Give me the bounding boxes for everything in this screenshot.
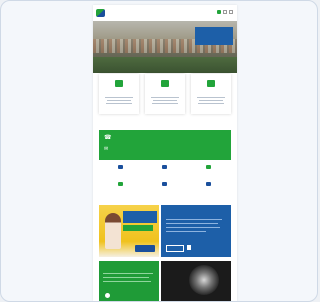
news-image-graphic: [189, 265, 219, 295]
about-text-line: [166, 227, 220, 228]
contact-band: ☎ ✉: [99, 130, 231, 160]
search-icon[interactable]: [223, 10, 227, 14]
doc-icon: [206, 182, 211, 186]
news-text-line: [103, 277, 149, 278]
accessibility-icon[interactable]: [217, 10, 221, 14]
quick-link[interactable]: [187, 162, 231, 179]
service-card[interactable]: [99, 74, 139, 114]
website-screenshot[interactable]: ☎ ✉: [93, 5, 237, 301]
quick-link[interactable]: [187, 179, 231, 196]
quick-link[interactable]: [99, 162, 143, 179]
service-text-line: [105, 97, 133, 98]
document-icon: [118, 165, 123, 169]
preview-card: ☎ ✉: [0, 0, 318, 302]
document-icon: [187, 245, 191, 250]
service-text-line: [151, 97, 179, 98]
phone-icon: ☎: [104, 135, 112, 141]
quick-link[interactable]: [143, 179, 187, 196]
site-logo[interactable]: [96, 9, 105, 17]
map-icon: [161, 80, 169, 87]
news-text-line: [103, 281, 151, 282]
news-text-line: [103, 273, 153, 274]
news-image[interactable]: [161, 261, 231, 301]
hero-trees: [93, 57, 237, 73]
service-card[interactable]: [191, 74, 231, 114]
about-panel: [161, 205, 231, 257]
menu-icon[interactable]: [229, 10, 233, 14]
hero-callout[interactable]: [195, 27, 233, 45]
quick-link[interactable]: [99, 179, 143, 196]
news-panel: [99, 261, 159, 301]
card-icon: [162, 182, 167, 186]
promo-person-image: [105, 213, 121, 249]
badge-icon: [115, 80, 123, 87]
pencil-icon: [162, 165, 167, 169]
quick-links: [99, 162, 231, 196]
list-icon: [118, 182, 123, 186]
about-text-line: [166, 219, 222, 220]
promo-headline: [123, 211, 157, 223]
promo-logo: [135, 245, 155, 252]
service-card[interactable]: [145, 74, 185, 114]
about-text-line: [166, 231, 206, 232]
about-text-line: [166, 223, 218, 224]
service-text-line: [107, 100, 131, 101]
service-text-line: [198, 103, 224, 104]
service-text-line: [197, 97, 225, 98]
chart-icon: [207, 80, 215, 87]
service-text-line: [106, 103, 132, 104]
header-icons: [217, 10, 233, 14]
leaf-icon: [206, 165, 211, 169]
site-header: [93, 5, 237, 21]
service-text-line: [199, 100, 223, 101]
news-bullet-icon: [105, 293, 110, 298]
service-text-line: [152, 103, 178, 104]
about-more-button[interactable]: [166, 245, 184, 252]
quick-link[interactable]: [143, 162, 187, 179]
promo-subline: [123, 225, 153, 231]
service-text-line: [153, 100, 177, 101]
promo-banner[interactable]: [99, 205, 159, 257]
mail-icon: ✉: [104, 146, 109, 152]
hero-banner: [93, 21, 237, 73]
